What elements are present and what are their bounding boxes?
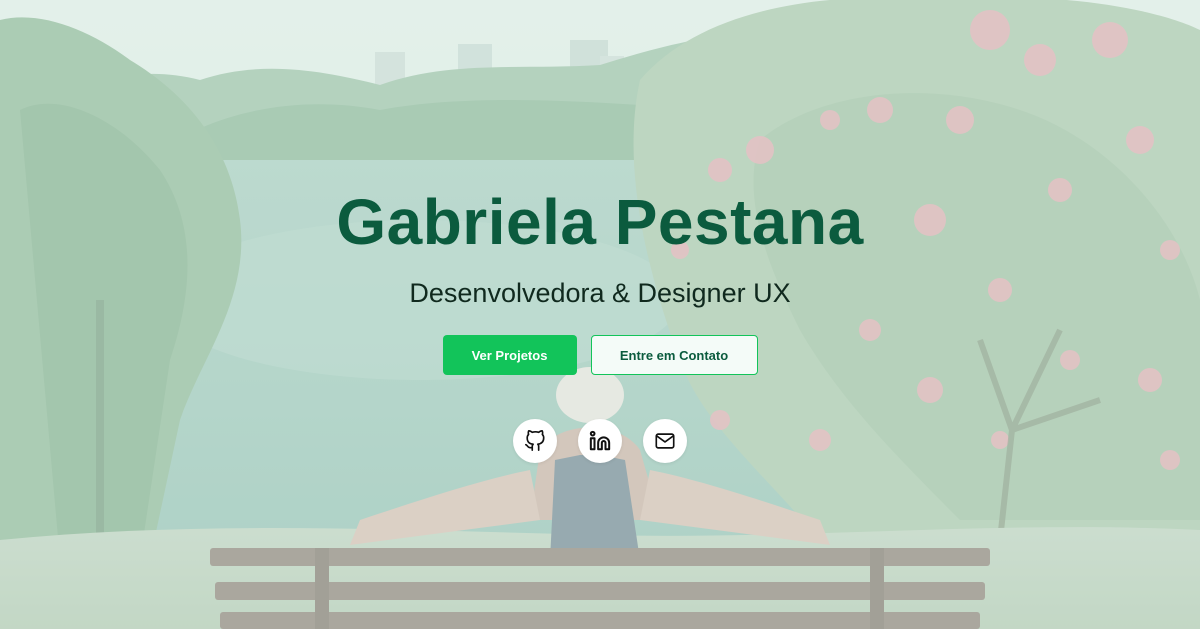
linkedin-icon [589,430,611,451]
github-link[interactable] [513,419,557,463]
linkedin-link[interactable] [578,419,622,463]
mail-icon [655,433,675,449]
hero-section: Gabriela Pestana Desenvolvedora & Design… [0,0,1200,629]
cta-buttons: Ver Projetos Entre em Contato [442,335,758,375]
contact-button[interactable]: Entre em Contato [590,335,758,375]
page-subtitle: Desenvolvedora & Designer UX [409,278,791,308]
social-links [513,419,687,463]
email-link[interactable] [643,419,687,463]
view-projects-button[interactable]: Ver Projetos [442,335,577,375]
github-icon [525,430,545,451]
hero-content: Gabriela Pestana Desenvolvedora & Design… [0,182,1200,463]
page-title: Gabriela Pestana [336,186,864,258]
